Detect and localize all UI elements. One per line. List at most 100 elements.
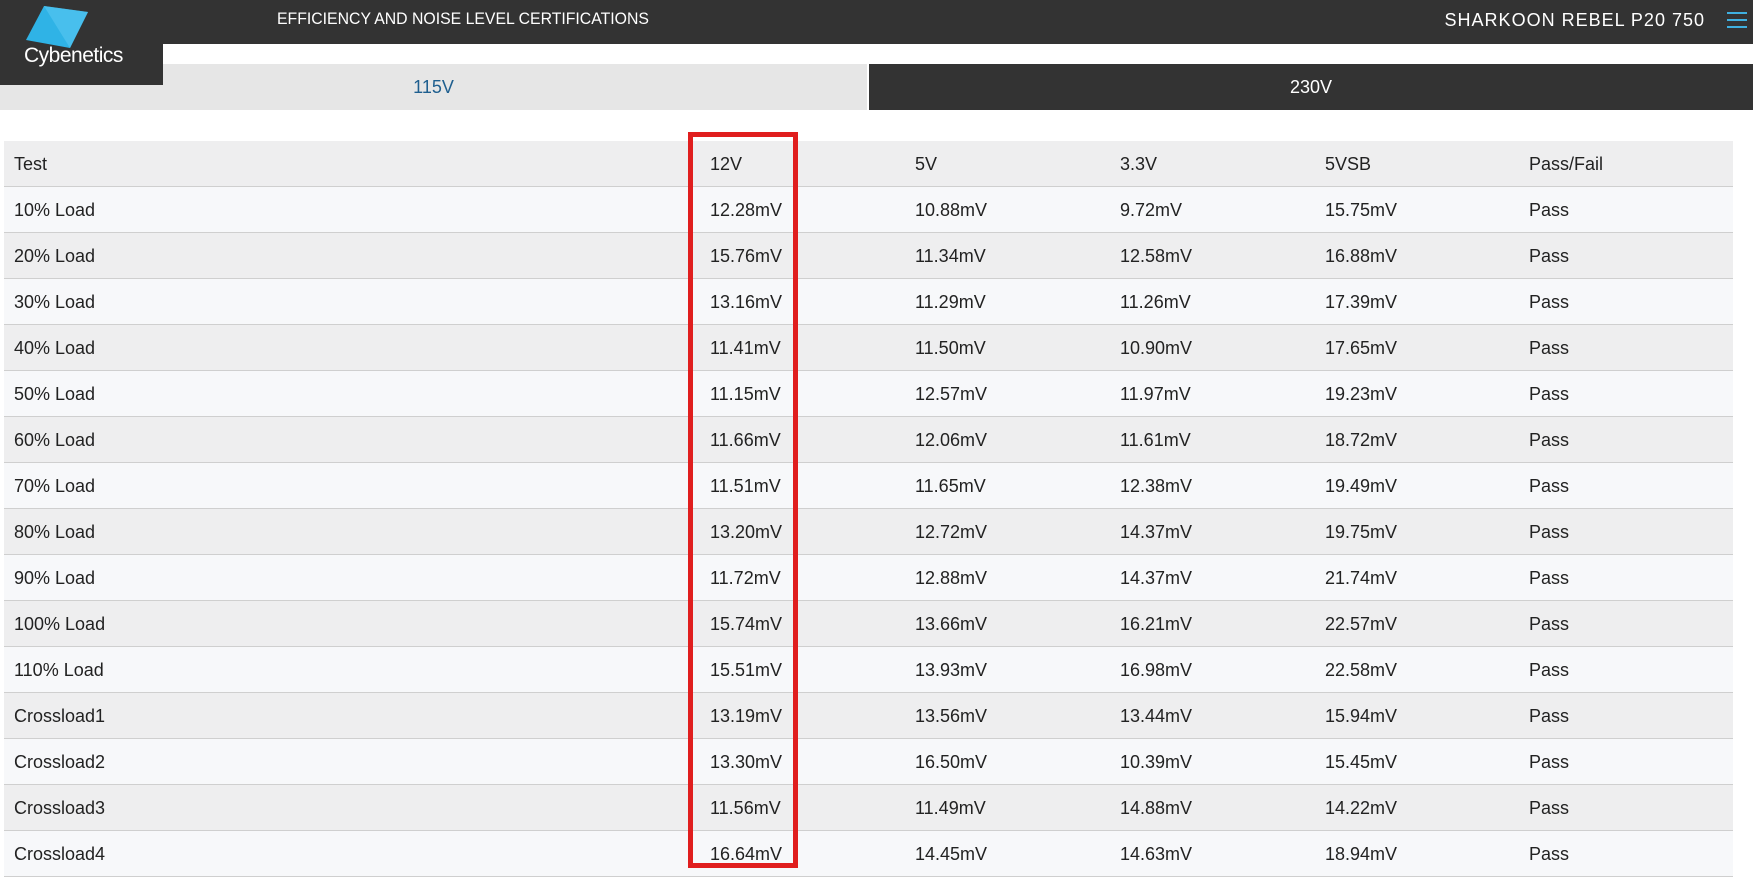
value-cell: Pass [1529,660,1570,680]
header-cell: 5VSB [1325,154,1372,174]
table-row: Crossload4 16.64mV 14.45mV 14.63mV 18.94mV Pa… [4,831,1733,877]
value-cell: Pass [1529,430,1570,450]
test-name-cell: 110% Load [14,660,104,680]
value-cell: Pass [1529,384,1570,404]
value-cell: 11.29mV [915,292,986,312]
value-cell: 16.21mV [1120,614,1193,634]
value-cell: Pass [1529,292,1570,312]
table-row: 10% Load 12.28mV 10.88mV 9.72mV 15.75mV Pass [4,187,1733,233]
value-cell: Pass [1529,798,1570,818]
value-cell: 11.72mV [710,568,781,588]
value-cell: 18.72mV [1325,430,1398,450]
value-cell: Pass [1529,200,1570,220]
tab-230v[interactable]: 230V [869,64,1753,110]
value-cell: 10.88mV [915,200,988,220]
value-cell: 13.66mV [915,614,988,634]
value-cell: Pass [1529,476,1570,496]
value-cell: 15.51mV [710,660,783,680]
value-cell: 13.93mV [915,660,988,680]
value-cell: 11.61mV [1120,430,1191,450]
value-cell: 10.90mV [1120,338,1193,358]
table-row: 100% Load 15.74mV 13.66mV 16.21mV 22.57mV Pas… [4,601,1733,647]
test-name-cell: Crossload2 [14,752,106,772]
value-cell: Pass [1529,568,1570,588]
value-cell: Pass [1529,338,1570,358]
table-row: 20% Load 15.76mV 11.34mV 12.58mV 16.88mV Pass [4,233,1733,279]
test-name-cell: 40% Load [14,338,96,358]
value-cell: 18.94mV [1325,844,1398,864]
value-cell: 19.23mV [1325,384,1398,404]
logo-text: Cybenetics [24,44,123,67]
value-cell: 11.15mV [710,384,781,404]
value-cell: 11.50mV [915,338,986,358]
value-cell: 22.57mV [1325,614,1398,634]
header-cell: Pass/Fail [1529,154,1604,174]
value-cell: 16.88mV [1325,246,1398,266]
value-cell: 14.88mV [1120,798,1193,818]
table-row: Crossload3 11.56mV 11.49mV 14.88mV 14.22mV Pa… [4,785,1733,831]
test-name-cell: 10% Load [14,200,96,220]
value-cell: 12.38mV [1120,476,1193,496]
value-cell: 13.19mV [710,706,783,726]
page-title: EFFICIENCY AND NOISE LEVEL CERTIFICATION… [277,9,649,28]
value-cell: 16.64mV [710,844,783,864]
value-cell: 12.88mV [915,568,988,588]
logo[interactable]: Cybenetics [0,0,163,85]
value-cell: 11.26mV [1120,292,1191,312]
test-name-cell: 20% Load [14,246,96,266]
table-row: 110% Load 15.51mV 13.93mV 16.98mV 22.58mV Pas… [4,647,1733,693]
value-cell: 17.65mV [1325,338,1398,358]
test-name-cell: Crossload1 [14,706,106,726]
value-cell: Pass [1529,706,1570,726]
header-cell: 3.3V [1120,154,1158,174]
test-name-cell: Crossload4 [14,844,106,864]
table-row: 60% Load 11.66mV 12.06mV 11.61mV 18.72mV Pass [4,417,1733,463]
value-cell: 19.75mV [1325,522,1398,542]
value-cell: 11.97mV [1120,384,1191,404]
test-name-cell: 100% Load [14,614,106,634]
value-cell: 11.49mV [915,798,986,818]
value-cell: 13.20mV [710,522,783,542]
table-row: 70% Load 11.51mV 11.65mV 12.38mV 19.49mV Pass [4,463,1733,509]
table-row: Crossload1 13.19mV 13.56mV 13.44mV 15.94mV Pa… [4,693,1733,739]
table-row: 80% Load 13.20mV 12.72mV 14.37mV 19.75mV Pass [4,509,1733,555]
value-cell: 13.44mV [1120,706,1193,726]
test-name-cell: Crossload3 [14,798,106,818]
value-cell: 13.56mV [915,706,988,726]
test-name-cell: 50% Load [14,384,96,404]
value-cell: Pass [1529,844,1570,864]
table-row: 90% Load 11.72mV 12.88mV 14.37mV 21.74mV Pass [4,555,1733,601]
value-cell: 10.39mV [1120,752,1193,772]
voltage-tabs: 115V 230V [0,64,1753,110]
hamburger-menu-icon[interactable] [1727,12,1747,30]
value-cell: 15.76mV [710,246,783,266]
value-cell: Pass [1529,246,1570,266]
test-name-cell: 80% Load [14,522,96,542]
value-cell: 16.50mV [915,752,988,772]
value-cell: 11.41mV [710,338,781,358]
test-name-cell: 70% Load [14,476,96,496]
header-cell: 5V [915,154,938,174]
top-bar: EFFICIENCY AND NOISE LEVEL CERTIFICATION… [0,0,1753,44]
test-name-cell: 30% Load [14,292,96,312]
value-cell: 14.63mV [1120,844,1193,864]
value-cell: 14.37mV [1120,568,1193,588]
header-cell: Test [14,154,48,174]
value-cell: 15.75mV [1325,200,1398,220]
value-cell: Pass [1529,522,1570,542]
header-cell: 12V [710,154,743,174]
table-header-row: Test 12V 5V 3.3V 5VSB Pass/Fail [4,141,1733,187]
value-cell: 11.65mV [915,476,986,496]
value-cell: 11.51mV [710,476,781,496]
test-name-cell: 60% Load [14,430,96,450]
value-cell: 12.06mV [915,430,988,450]
value-cell: 13.30mV [710,752,783,772]
ripple-table: Test 12V 5V 3.3V 5VSB Pass/Fail 10% Load… [4,141,1733,877]
value-cell: 14.45mV [915,844,988,864]
value-cell: 17.39mV [1325,292,1398,312]
value-cell: 22.58mV [1325,660,1398,680]
test-name-cell: 90% Load [14,568,96,588]
value-cell: 11.34mV [915,246,986,266]
value-cell: 15.45mV [1325,752,1398,772]
value-cell: 14.22mV [1325,798,1398,818]
